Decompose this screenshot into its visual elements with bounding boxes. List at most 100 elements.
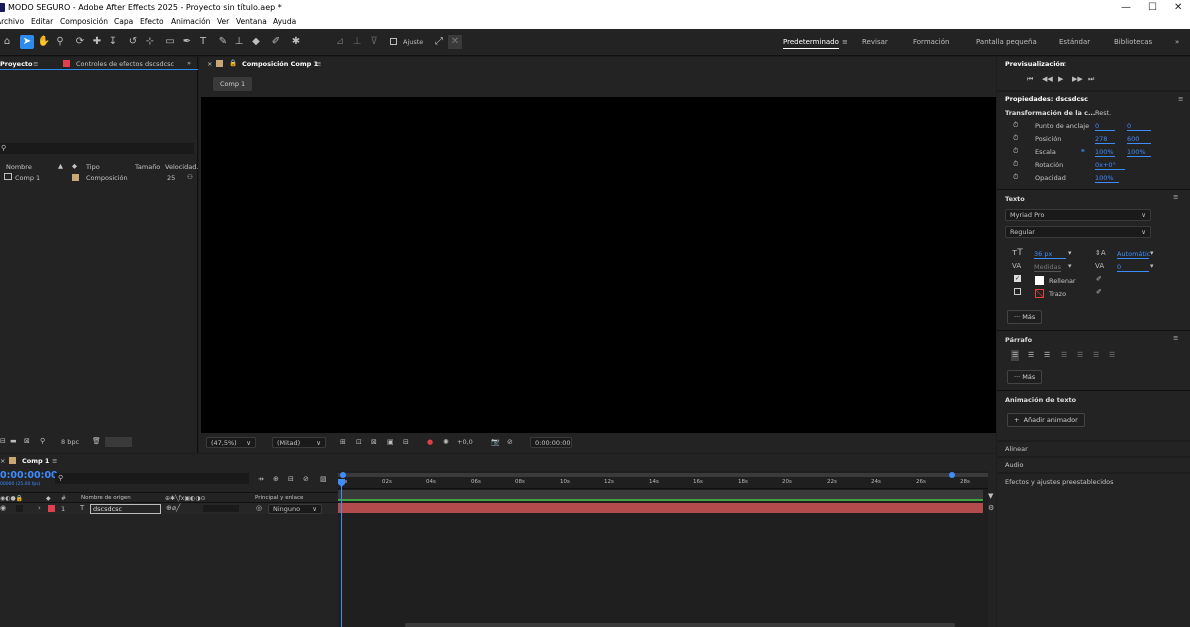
col-source-name[interactable]: Nombre de origen [81,495,131,501]
world-axis-icon[interactable]: ⊥ [350,35,364,49]
anchor-x[interactable]: 0 [1095,122,1115,131]
font-family-dropdown[interactable]: Myriad Pro ∨ [1005,209,1151,221]
switch-cells[interactable] [203,505,239,512]
chevron-down-icon[interactable]: ▾ [1150,262,1154,271]
justify-center-icon[interactable]: ☰ [1077,351,1083,360]
table-row[interactable]: Comp 1 Composición 25 ⚇ [0,172,198,183]
stopwatch-icon[interactable]: ⏱ [1013,160,1018,169]
zoom-dropdown[interactable]: (47,5%) ∨ [206,437,256,448]
lock-icon[interactable]: 🔒 [229,59,237,67]
stopwatch-icon[interactable]: ⏱ [1013,121,1018,130]
rotation-value[interactable]: 0x+0° [1095,161,1125,170]
preview-menu-icon[interactable]: ≡ [1061,60,1066,68]
show-snapshot-icon[interactable]: ⊘ [507,438,513,447]
close-tab-icon[interactable]: × [207,60,212,68]
timeline-menu-icon[interactable]: ≡ [52,457,57,465]
resolution-dropdown[interactable]: (Mitad) ∨ [272,437,326,448]
leading-value[interactable]: Automátic [1117,250,1150,259]
work-area-start-handle[interactable] [340,472,346,478]
timeline-area[interactable]: 0s 02s 04s 06s 08s 10s 12s 14s 16s 18s 2… [338,471,988,627]
snap-grid-icon[interactable]: ✕ [448,35,462,49]
minimize-icon[interactable]: — [1121,0,1131,15]
menu-efecto[interactable]: Efecto [140,15,164,29]
col-size[interactable]: Tamaño [135,163,160,171]
more-workspaces-icon[interactable]: » [1175,38,1179,46]
link-icon[interactable]: ⚭ [1080,147,1086,156]
layer-duration-bar[interactable] [338,503,983,513]
playhead[interactable] [341,479,342,627]
workspace-bibliotecas[interactable]: Bibliotecas [1114,38,1152,46]
col-parent[interactable]: Principal y enlace [255,495,303,501]
position-x[interactable]: 278 [1095,135,1115,144]
close-icon[interactable]: ✕ [1174,0,1182,15]
stopwatch-icon[interactable]: ⏱ [1013,134,1018,143]
eraser-tool-icon[interactable]: ◆ [249,35,263,49]
comp-subtab[interactable]: Comp 1 [213,77,253,91]
menu-editar[interactable]: Editar [31,15,53,29]
col-type[interactable]: Tipo [86,163,100,171]
font-size-value[interactable]: 36 px [1034,250,1066,259]
expand-chevron-icon[interactable]: › [38,504,41,513]
chevron-down-icon[interactable]: ▾ [1068,262,1072,271]
next-frame-icon[interactable]: ▶▶ [1072,75,1083,84]
selection-tool-icon[interactable]: ➤ [20,35,34,49]
mask-visibility-icon[interactable]: ⊠ [371,438,377,447]
reset-button[interactable]: Rest. [1095,109,1111,117]
comp-menu-icon[interactable]: ≡ [316,60,321,68]
workspace-pantalla-pequena[interactable]: Pantalla pequeña [976,38,1037,46]
puppet-pin-icon[interactable]: ✱ [289,35,303,49]
last-frame-icon[interactable]: ⏭ [1088,75,1094,84]
anchor-y[interactable]: 0 [1127,122,1151,131]
dolly-camera-icon[interactable]: ↧ [106,35,120,49]
tab-effect-controls[interactable]: Controles de efectos dscsdcsc [76,60,174,68]
align-panel[interactable]: Alinear [997,442,1190,456]
composition-viewer[interactable] [201,97,996,433]
timeline-search-input[interactable]: ⚲ [55,473,249,484]
pan-camera-icon[interactable]: ✚ [90,35,104,49]
workspace-menu-icon[interactable]: ≡ [842,38,848,46]
collapse-switch-icon[interactable]: ⊕⌀╱ [166,504,180,513]
video-switch-icon[interactable]: ◉ [0,504,6,513]
play-icon[interactable]: ▶ [1058,75,1063,84]
exposure-reset-icon[interactable]: ✺ [443,438,449,447]
eyedropper-icon[interactable]: ✐ [1096,288,1102,297]
properties-menu-icon[interactable]: ≡ [1178,95,1183,103]
table-row[interactable]: ◉ › 1 T dscsdcsc ⊕⌀╱ ◎ Ninguno ∨ [0,503,338,514]
flowchart-icon[interactable]: ⚇ [187,173,193,181]
pick-whip-icon[interactable]: ◎ [256,504,262,513]
stopwatch-icon[interactable]: ⏱ [1013,173,1018,182]
menu-ayuda[interactable]: Ayuda [273,15,296,29]
layer-label-color[interactable] [48,505,55,512]
hand-tool-icon[interactable]: ✋ [37,35,51,49]
parent-dropdown[interactable]: Ninguno ∨ [268,504,322,514]
stroke-checkbox[interactable] [1014,288,1021,295]
brush-tool-icon[interactable]: ✎ [216,35,230,49]
paragraph-more-button[interactable]: ··· Más [1007,370,1043,384]
type-tool-icon[interactable]: T [196,35,210,49]
snap-options-icon[interactable]: ⤢ [432,35,446,49]
stroke-color-swatch[interactable] [1035,289,1044,298]
snapping-checkbox[interactable] [390,38,397,45]
timeline-horizontal-scrollbar[interactable] [405,623,955,627]
new-folder-icon[interactable]: ▬ [10,437,17,446]
scale-x[interactable]: 100% [1095,148,1115,157]
justify-all-icon[interactable]: ☰ [1109,351,1115,360]
maximize-icon[interactable]: ☐ [1148,0,1157,15]
effects-presets-panel[interactable]: Efectos y ajustes preestablecidos [997,474,1190,627]
comp-flowchart-icon[interactable]: ⇸ [258,475,264,484]
timeline-timecode[interactable]: 0:00:00:00 [0,470,58,481]
project-menu-icon[interactable]: ≡ [33,60,38,68]
adjust-icon[interactable]: ⚲ [40,437,45,446]
menu-archivo[interactable]: Archivo [0,15,24,29]
snapshot-icon[interactable]: 📷 [491,438,500,447]
add-animator-button[interactable]: + Añadir animador [1007,413,1085,427]
tab-project[interactable]: Proyecto [0,60,33,68]
workspace-formacion[interactable]: Formación [913,38,949,46]
view-axis-icon[interactable]: ⊽ [367,35,381,49]
new-comp-icon[interactable]: ⊠ [24,437,30,446]
work-area-bar[interactable] [338,473,988,477]
sort-asc-icon[interactable]: ▲ [58,162,63,170]
trash-icon[interactable]: 🗑 [92,437,101,446]
menu-animacion[interactable]: Animación [171,15,210,29]
interpret-footage-icon[interactable]: ⊟ [0,437,6,446]
